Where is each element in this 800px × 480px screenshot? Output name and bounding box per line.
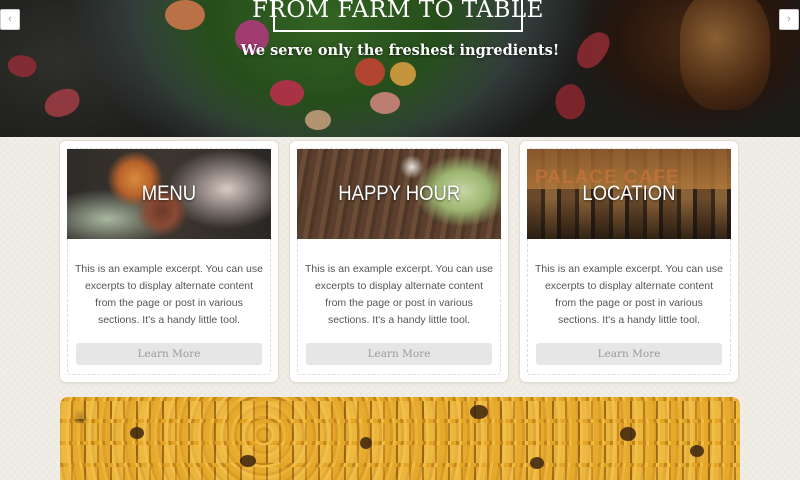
char-mark (620, 427, 636, 441)
corn-kernels (60, 423, 740, 441)
char-mark (360, 437, 372, 449)
hero-subtitle: We serve only the freshest ingredients! (240, 42, 560, 59)
petal-decoration (41, 85, 83, 121)
corn-kernels (60, 445, 740, 463)
petal-decoration (549, 80, 591, 124)
food-decoration (355, 58, 385, 86)
hero-title: FROM FARM TO TABLE (252, 0, 544, 23)
food-decoration (165, 0, 205, 30)
food-decoration (390, 62, 416, 86)
card-heading: MENU (141, 182, 197, 205)
slider-prev-button[interactable]: ‹ (0, 9, 20, 30)
chevron-left-icon: ‹ (8, 13, 12, 25)
char-mark (470, 405, 488, 419)
card-excerpt: This is an example excerpt. You can use … (305, 263, 493, 326)
char-mark (240, 455, 256, 467)
food-decoration (370, 92, 400, 114)
card-location: PALACE CAFE LOCATION This is an example … (520, 141, 738, 382)
learn-more-button[interactable]: Learn More (76, 343, 262, 365)
learn-more-button[interactable]: Learn More (536, 343, 722, 365)
card-image-menu[interactable]: MENU (67, 149, 271, 239)
card-happy-hour: HAPPY HOUR This is an example excerpt. Y… (290, 141, 508, 382)
card-menu: MENU This is an example excerpt. You can… (60, 141, 278, 382)
learn-more-button[interactable]: Learn More (306, 343, 492, 365)
feature-image-corn (60, 397, 740, 480)
slider-next-button[interactable]: › (779, 9, 799, 30)
food-decoration (270, 80, 304, 106)
corn-kernels (60, 401, 740, 419)
corn-kernels (60, 467, 740, 480)
card-excerpt: This is an example excerpt. You can use … (75, 263, 263, 326)
char-mark (530, 457, 544, 469)
card-image-happy-hour[interactable]: HAPPY HOUR (297, 149, 501, 239)
char-mark (130, 427, 144, 439)
hero-slider: FROM FARM TO TABLE We serve only the fre… (0, 0, 800, 137)
char-mark (690, 445, 704, 457)
card-heading: HAPPY HOUR (338, 182, 460, 205)
food-decoration (305, 110, 331, 130)
card-image-location[interactable]: PALACE CAFE LOCATION (527, 149, 731, 239)
card-heading: LOCATION (582, 182, 676, 205)
card-excerpt: This is an example excerpt. You can use … (535, 263, 723, 326)
hero-title-box: FROM FARM TO TABLE (252, 0, 543, 32)
chevron-right-icon: › (787, 13, 791, 25)
